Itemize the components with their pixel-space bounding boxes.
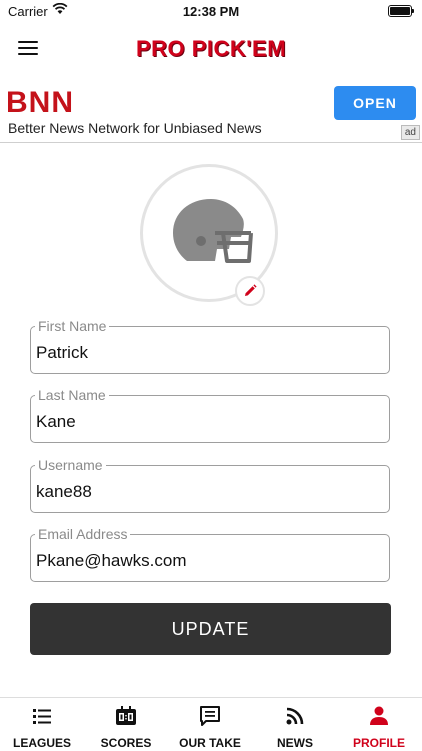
list-icon bbox=[33, 709, 51, 724]
last-name-field[interactable]: Last Name bbox=[30, 386, 390, 443]
tab-our-take[interactable]: OUR TAKE bbox=[168, 698, 252, 751]
ad-open-button[interactable]: OPEN bbox=[334, 86, 416, 120]
tab-label: OUR TAKE bbox=[179, 736, 241, 750]
first-name-field[interactable]: First Name bbox=[30, 317, 390, 374]
tab-scores[interactable]: SCORES bbox=[84, 698, 168, 751]
email-input[interactable] bbox=[36, 551, 376, 571]
football-helmet-icon bbox=[173, 199, 253, 263]
status-bar: Carrier 12:38 PM bbox=[0, 0, 422, 24]
ad-badge: ad bbox=[400, 125, 420, 140]
tab-news[interactable]: NEWS bbox=[253, 698, 337, 751]
username-label: Username bbox=[35, 456, 106, 474]
tab-label: NEWS bbox=[277, 736, 313, 750]
update-button[interactable]: UPDATE bbox=[30, 603, 391, 655]
chat-icon bbox=[200, 706, 220, 726]
battery-icon bbox=[388, 5, 414, 17]
last-name-label: Last Name bbox=[35, 386, 109, 404]
tab-label: LEAGUES bbox=[12, 736, 71, 750]
ad-tagline: Better News Network for Unbiased News bbox=[8, 120, 262, 136]
tab-leagues[interactable]: LEAGUES bbox=[0, 698, 84, 751]
scoreboard-icon bbox=[116, 706, 136, 725]
person-icon bbox=[370, 706, 388, 725]
username-input[interactable] bbox=[36, 482, 376, 502]
rss-icon bbox=[286, 707, 304, 725]
tab-label: PROFILE bbox=[352, 736, 405, 750]
username-field[interactable]: Username bbox=[30, 456, 390, 513]
pencil-icon bbox=[245, 284, 257, 296]
clock: 12:38 PM bbox=[182, 4, 240, 19]
first-name-label: First Name bbox=[35, 317, 110, 335]
app-title: PRO PICK'EM bbox=[135, 36, 287, 61]
tab-profile[interactable]: PROFILE bbox=[337, 698, 421, 751]
last-name-input[interactable] bbox=[36, 412, 376, 432]
email-label: Email Address bbox=[35, 525, 131, 543]
first-name-input[interactable] bbox=[36, 343, 376, 363]
email-field[interactable]: Email Address bbox=[30, 525, 390, 582]
bottom-tab-bar: LEAGUES SCORES OUR TAKE NEWS PROFILE bbox=[0, 697, 422, 751]
edit-photo-button[interactable] bbox=[235, 276, 265, 306]
tab-label: SCORES bbox=[100, 736, 152, 750]
app-header: PRO PICK'EM bbox=[0, 24, 422, 76]
ad-logo: BNN bbox=[6, 86, 74, 119]
ad-banner[interactable]: BNN Better News Network for Unbiased New… bbox=[0, 80, 422, 143]
